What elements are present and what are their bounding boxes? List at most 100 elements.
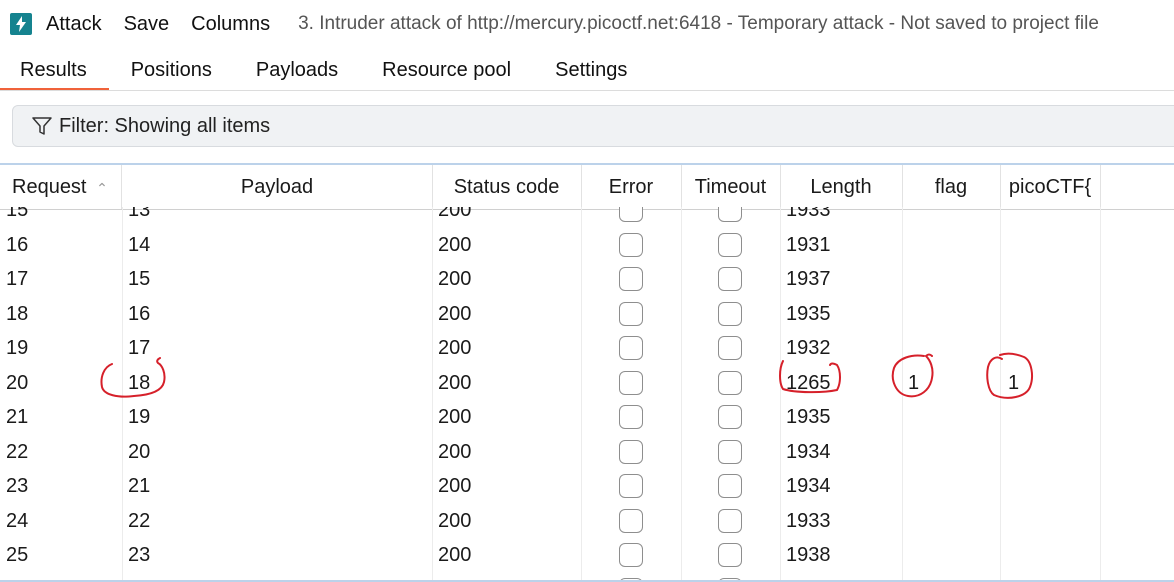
cell-payload: 18 [128,371,151,394]
column-header-error[interactable]: Error [581,165,682,209]
cell-request: 23 [6,475,29,497]
error-checkbox [619,336,643,360]
cell-length: 1935 [786,302,831,325]
timeout-checkbox [718,267,742,291]
tab-positions[interactable]: Positions [109,50,234,90]
error-checkbox [619,474,643,498]
cell-payload: 23 [128,544,151,566]
tab-payloads[interactable]: Payloads [234,50,360,90]
tab-resource-pool[interactable]: Resource pool [360,50,533,90]
cell-length: 1265 [786,371,831,394]
error-checkbox [619,439,643,464]
table-row[interactable]: 18 16 200 1935 [0,297,1174,332]
cell-status-code: 200 [438,207,472,221]
cell-status-code: 200 [438,371,472,394]
column-header-flag[interactable]: flag [902,165,1001,209]
column-header-timeout[interactable]: Timeout [681,165,781,209]
cell-request: 22 [6,440,29,463]
results-table-header: Request ⌃ Payload Status code Error Time… [0,163,1174,210]
cell-payload: 13 [128,207,151,221]
cell-request: 18 [6,302,29,325]
timeout-checkbox [718,543,742,567]
timeout-checkbox [718,370,742,395]
error-checkbox [619,508,643,533]
results-table-body[interactable]: 15 13 200 1933 16 14 200 1931 17 15 200 1937 18 16 200… [0,207,1174,582]
table-row[interactable]: 25 23 200 1938 [0,538,1174,573]
timeout-checkbox [718,439,742,464]
table-row[interactable]: 15 13 200 1933 [0,207,1174,228]
table-row[interactable]: 26 24 200 1933 [0,573,1174,581]
cell-length: 1932 [786,337,831,359]
cell-request: 20 [6,371,29,394]
table-row[interactable]: 21 19 200 1935 [0,400,1174,435]
error-checkbox [619,232,643,257]
sort-ascending-icon: ⌃ [96,180,108,196]
cell-payload: 14 [128,233,151,256]
filter-bar[interactable]: Filter: Showing all items [12,105,1174,147]
cell-request: 17 [6,268,29,290]
cell-flag: 1 [908,371,920,394]
timeout-checkbox [718,405,742,429]
cell-status-code: 200 [438,544,472,566]
column-header-payload[interactable]: Payload [122,165,433,209]
cell-length: 1934 [786,440,831,463]
error-checkbox [619,543,643,567]
table-row[interactable]: 16 14 200 1931 [0,228,1174,263]
cell-length: 1935 [786,406,831,428]
table-row[interactable]: 22 20 200 1934 [0,435,1174,470]
error-checkbox [619,405,643,429]
menu-save[interactable]: Save [124,13,170,36]
cell-request: 25 [6,544,29,566]
table-row[interactable]: 23 21 200 1934 [0,469,1174,504]
cell-status-code: 200 [438,233,472,256]
error-checkbox [619,301,643,326]
menubar: Attack Save Columns 3. Intruder attack o… [0,0,1174,48]
cell-payload: 22 [128,509,151,532]
cell-payload: 17 [128,337,151,359]
error-checkbox [619,207,643,222]
window-title: 3. Intruder attack of http://mercury.pic… [298,13,1099,34]
cell-length: 1933 [786,207,831,221]
column-header-request[interactable]: Request ⌃ [0,165,122,209]
column-header-picoctf[interactable]: picoCTF{ [1000,165,1101,209]
cell-request: 15 [6,207,29,221]
column-header-length[interactable]: Length [780,165,903,209]
cell-length: 1937 [786,268,831,290]
cell-status-code: 200 [438,440,472,463]
menu-columns[interactable]: Columns [191,13,270,36]
timeout-checkbox [718,508,742,533]
error-checkbox [619,370,643,395]
tab-bar: Results Positions Payloads Resource pool… [0,48,1174,91]
filter-label: Filter: Showing all items [59,114,271,137]
burp-lightning-icon [10,13,32,35]
cell-status-code: 200 [438,302,472,325]
cell-status-code: 200 [438,509,472,532]
menu-attack[interactable]: Attack [46,13,102,36]
filter-area: Filter: Showing all items [0,91,1174,161]
error-checkbox [619,577,643,580]
cell-request: 24 [6,509,29,532]
table-row[interactable]: 17 15 200 1937 [0,262,1174,297]
cell-length: 1933 [786,573,831,581]
cell-request: 16 [6,233,29,256]
cell-status-code: 200 [438,337,472,359]
cell-payload: 15 [128,268,151,290]
table-row[interactable]: 20 18 200 1265 1 1 [0,366,1174,401]
timeout-checkbox [718,301,742,326]
cell-payload: 24 [128,573,150,581]
table-row[interactable]: 24 22 200 1933 [0,504,1174,539]
cell-status-code: 200 [438,573,471,581]
table-row[interactable]: 19 17 200 1932 [0,331,1174,366]
cell-payload: 21 [128,475,151,497]
timeout-checkbox [718,232,742,257]
cell-payload: 19 [128,406,151,428]
cell-status-code: 200 [438,475,472,497]
column-header-status-code[interactable]: Status code [432,165,582,209]
column-header-request-label: Request [12,176,87,198]
cell-length: 1931 [786,233,831,256]
tab-results[interactable]: Results [0,50,109,90]
error-checkbox [619,267,643,291]
cell-length: 1933 [786,509,831,532]
cell-length: 1938 [786,544,831,566]
tab-settings[interactable]: Settings [533,50,649,90]
